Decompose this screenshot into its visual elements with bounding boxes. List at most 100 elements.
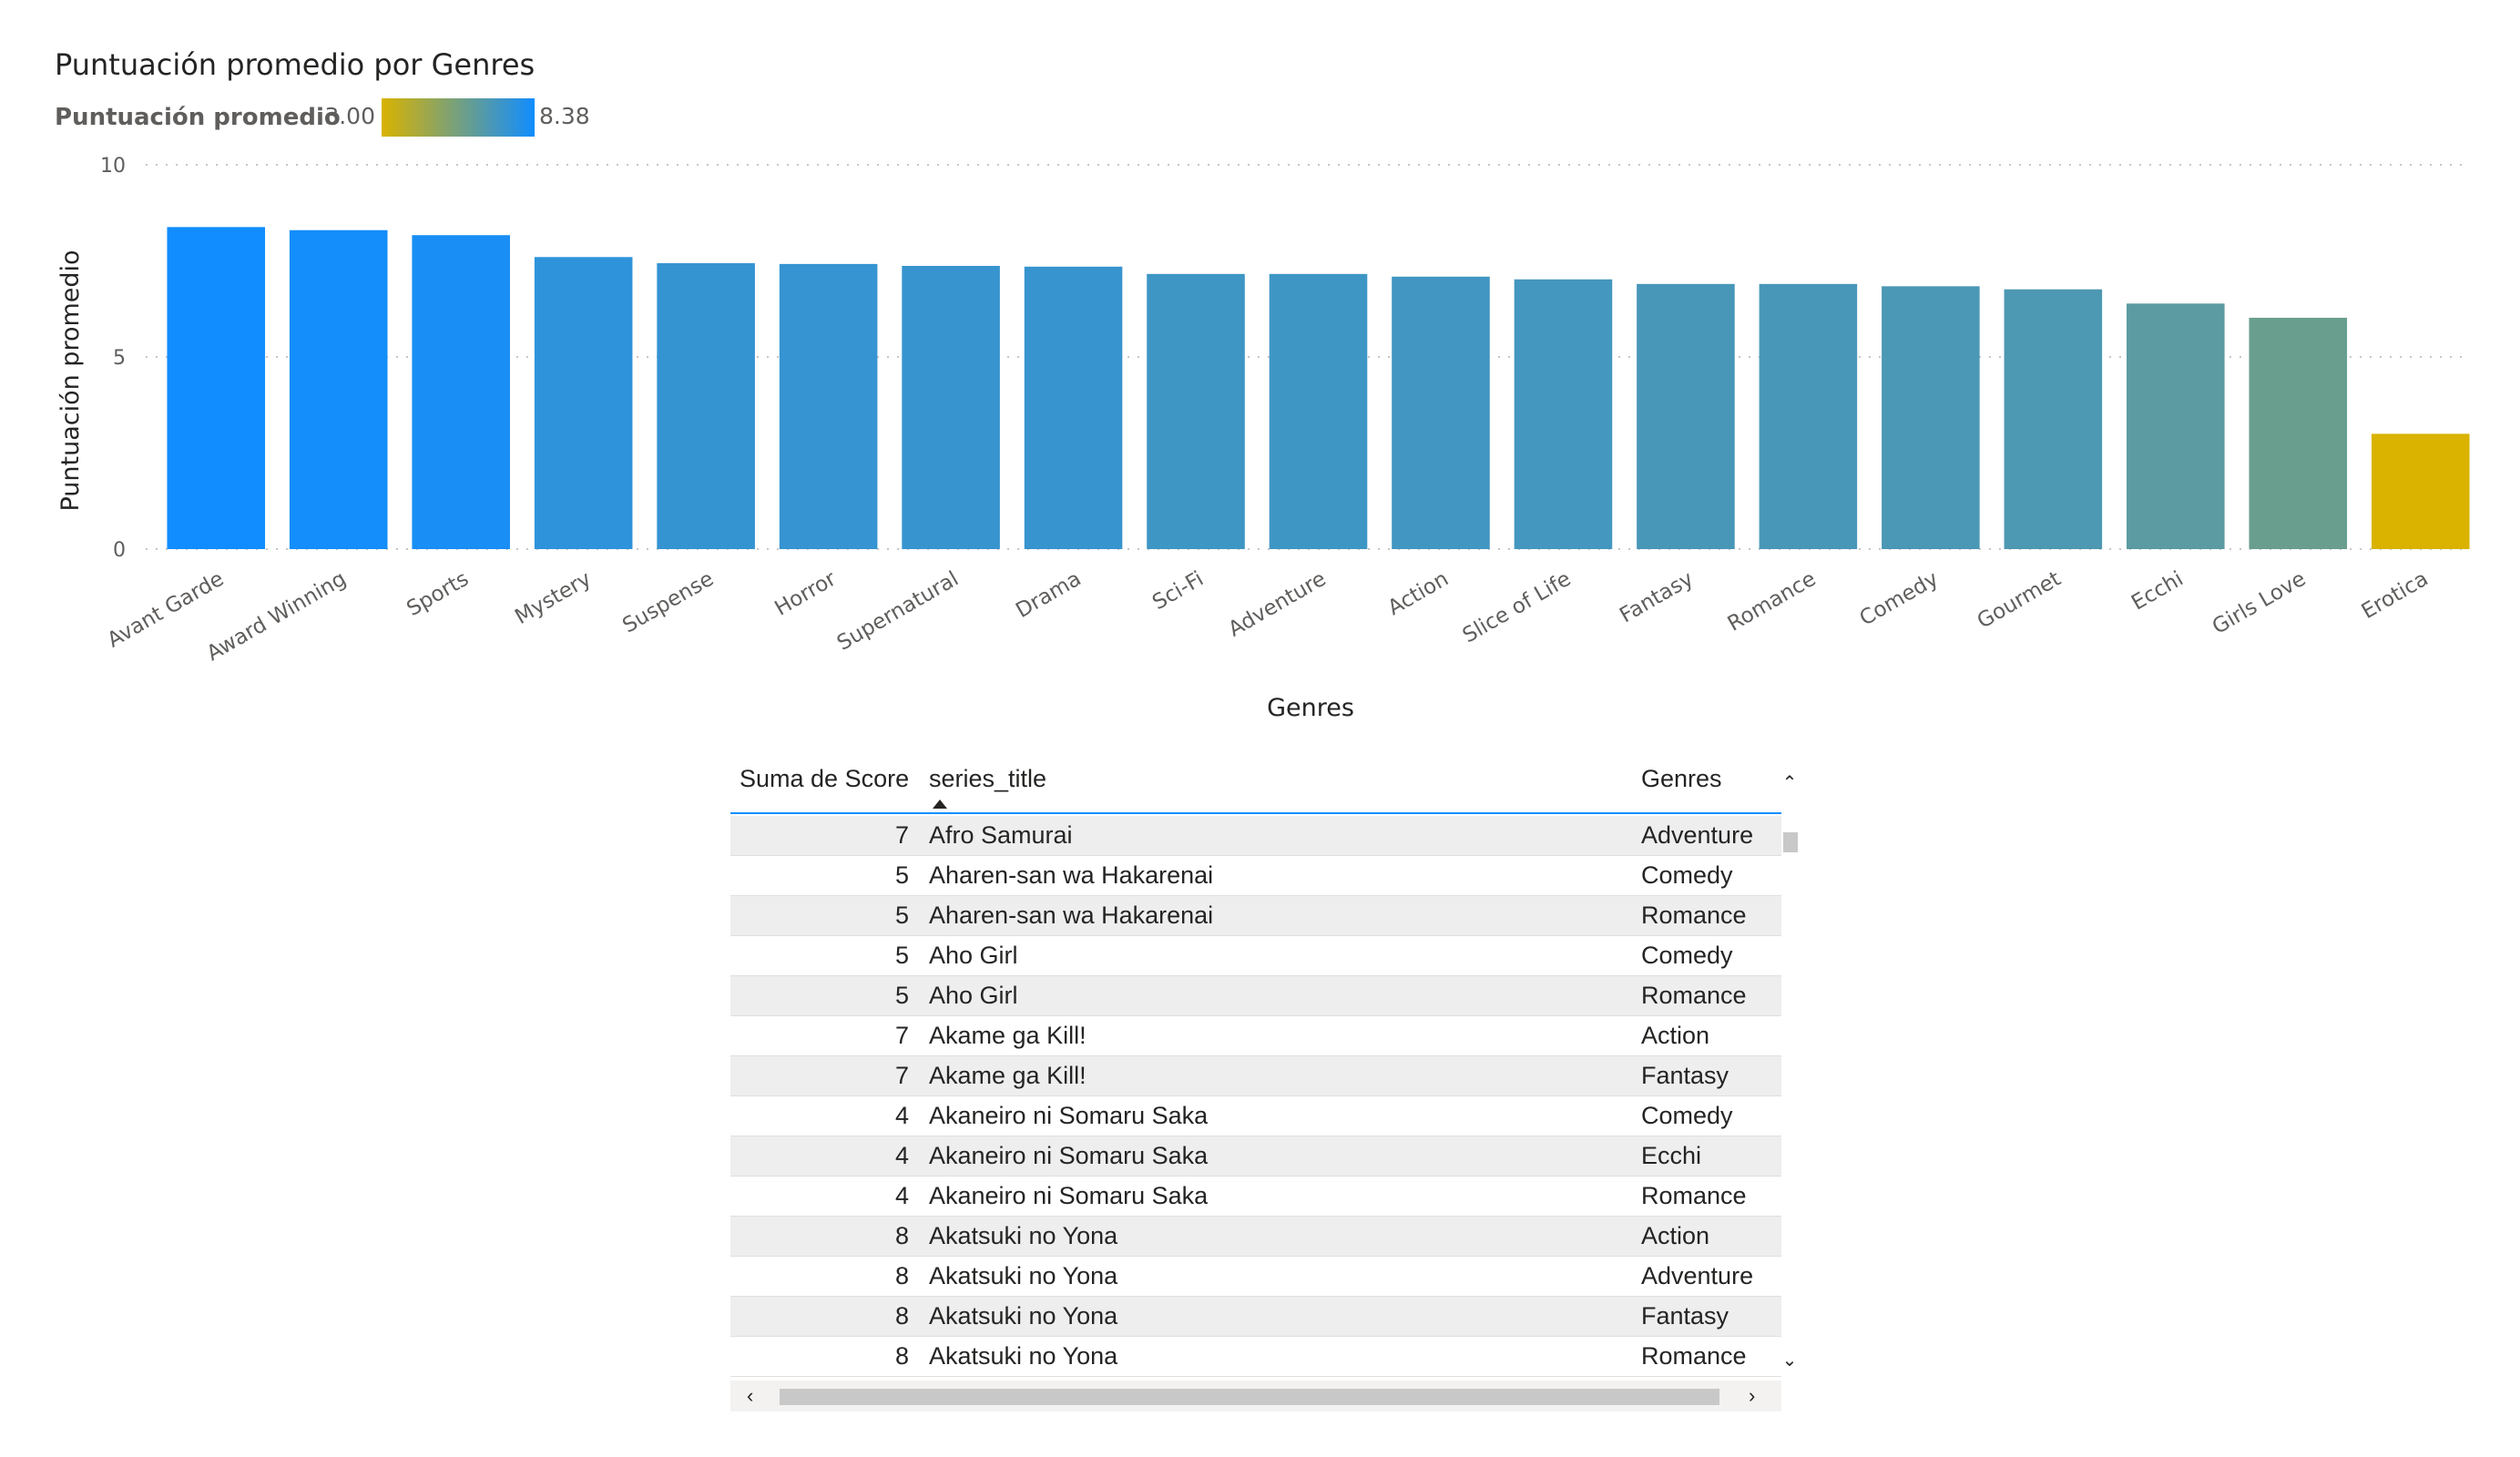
column-header-series-title[interactable]: series_title	[929, 765, 1046, 793]
bar[interactable]	[534, 257, 633, 549]
table-row[interactable]: 8 Akatsuki no Yona Fantasy	[730, 1297, 1781, 1337]
cell-series-title: Aho Girl	[929, 942, 1018, 969]
data-table: Suma de Score series_title Genres 7 Afro …	[730, 758, 1798, 1413]
x-tick-label: Gourmet	[1974, 567, 2066, 634]
cell-genre: Comedy	[1641, 942, 1733, 969]
cell-genre: Adventure	[1641, 821, 1754, 849]
bar-chart: Puntuación promedio por Genres Puntuació…	[55, 47, 2470, 722]
cell-series-title: Aharen-san wa Hakarenai	[929, 861, 1214, 889]
y-axis-title: Puntuación promedio	[56, 250, 85, 511]
cell-score: 7	[894, 1022, 909, 1049]
x-tick-label: Adventure	[1224, 567, 1330, 642]
horizontal-scroll-thumb[interactable]	[780, 1389, 1719, 1405]
horizontal-scrollbar[interactable]: ‹ ›	[730, 1381, 1781, 1411]
legend-max-label: 8.38	[539, 103, 590, 129]
bar[interactable]	[779, 263, 878, 549]
column-header-score[interactable]: Suma de Score	[740, 765, 909, 793]
cell-score: 4	[894, 1102, 909, 1129]
table-row[interactable]: 7 Akame ga Kill! Action	[730, 1016, 1781, 1056]
bar[interactable]	[1392, 276, 1490, 549]
table-row[interactable]: 5 Aharen-san wa Hakarenai Romance	[730, 896, 1781, 936]
table-row[interactable]: 8 Akatsuki no Yona Adventure	[730, 1257, 1781, 1297]
cell-score: 5	[894, 942, 909, 969]
chevron-down-icon[interactable]: ⌄	[1781, 1351, 1798, 1370]
bar[interactable]	[2371, 433, 2470, 549]
y-tick-label: 0	[113, 539, 126, 562]
table-row[interactable]: 7 Akame ga Kill! Fantasy	[730, 1056, 1781, 1096]
table-row[interactable]: 4 Akaneiro ni Somaru Saka Ecchi	[730, 1136, 1781, 1177]
cell-score: 5	[894, 861, 909, 889]
cell-series-title: Akaneiro ni Somaru Saka	[929, 1142, 1209, 1169]
bar[interactable]	[412, 235, 510, 549]
x-tick-label: Sci-Fi	[1148, 567, 1208, 615]
table-row[interactable]: 4 Akaneiro ni Somaru Saka Comedy	[730, 1096, 1781, 1136]
chevron-right-icon[interactable]: ›	[1749, 1384, 1755, 1408]
cell-score: 5	[894, 982, 909, 1009]
x-tick-label: Mystery	[511, 567, 595, 629]
legend-title: Puntuación promedio	[55, 104, 341, 131]
chevron-up-icon[interactable]: ⌃	[1781, 774, 1798, 792]
y-tick-label: 10	[100, 155, 126, 178]
y-tick-label: 5	[113, 347, 126, 370]
x-axis-title: Genres	[1267, 694, 1354, 722]
bar[interactable]	[1024, 266, 1123, 549]
cell-series-title: Akatsuki no Yona	[929, 1222, 1118, 1249]
legend-gradient-swatch	[382, 98, 535, 137]
bar[interactable]	[289, 229, 388, 550]
cell-genre: Ecchi	[1641, 1142, 1702, 1169]
table-body: 7 Afro Samurai Adventure 5 Aharen-san wa Hak…	[730, 816, 1781, 1377]
cell-score: 8	[894, 1342, 909, 1370]
cell-genre: Romance	[1641, 902, 1747, 929]
cell-series-title: Akatsuki no Yona	[929, 1302, 1118, 1330]
x-tick-label: Slice of Life	[1459, 567, 1576, 648]
bar[interactable]	[657, 263, 755, 549]
x-tick-label: Drama	[1012, 567, 1085, 623]
bar[interactable]	[1269, 273, 1368, 549]
cell-score: 4	[894, 1142, 909, 1169]
bar[interactable]	[1882, 286, 1980, 549]
x-tick-label: Horror	[770, 566, 841, 620]
table-header: Suma de Score series_title Genres	[730, 758, 1781, 814]
cell-series-title: Aharen-san wa Hakarenai	[929, 902, 1214, 929]
x-tick-label: Romance	[1724, 567, 1821, 637]
cell-genre: Romance	[1641, 1182, 1747, 1209]
table-row[interactable]: 5 Aho Girl Romance	[730, 976, 1781, 1016]
bar[interactable]	[2249, 317, 2348, 549]
vertical-scroll-thumb[interactable]	[1783, 832, 1798, 852]
bar[interactable]	[1147, 273, 1245, 549]
cell-score: 7	[894, 821, 909, 849]
bar[interactable]	[1637, 283, 1735, 549]
bar[interactable]	[902, 265, 1000, 549]
table-row[interactable]: 4 Akaneiro ni Somaru Saka Romance	[730, 1177, 1781, 1217]
bar[interactable]	[167, 227, 266, 549]
cell-score: 7	[894, 1062, 909, 1089]
table-row[interactable]: 8 Akatsuki no Yona Action	[730, 1217, 1781, 1257]
x-tick-label: Suspense	[618, 567, 718, 638]
cell-series-title: Afro Samurai	[929, 821, 1073, 849]
x-tick-label: Fantasy	[1616, 567, 1698, 628]
legend-min-label: 3.00	[324, 103, 375, 129]
bar[interactable]	[1759, 283, 1858, 549]
cell-series-title: Akame ga Kill!	[929, 1022, 1087, 1049]
x-tick-label: Avant Garde	[104, 567, 229, 653]
table-row[interactable]: 5 Aharen-san wa Hakarenai Comedy	[730, 856, 1781, 896]
cell-genre: Comedy	[1641, 1102, 1733, 1129]
table-row[interactable]: 7 Afro Samurai Adventure	[730, 816, 1781, 856]
vertical-scrollbar[interactable]: ⌃ ⌄	[1781, 758, 1798, 1379]
bar[interactable]	[2127, 303, 2225, 549]
column-header-genres[interactable]: Genres	[1641, 765, 1722, 793]
chart-title: Puntuación promedio por Genres	[55, 47, 535, 82]
cell-genre: Fantasy	[1641, 1302, 1729, 1330]
bar[interactable]	[2004, 289, 2103, 549]
table-row[interactable]: 8 Akatsuki no Yona Romance	[730, 1337, 1781, 1377]
cell-genre: Action	[1641, 1222, 1710, 1249]
x-tick-label: Award Winning	[203, 567, 351, 667]
cell-score: 8	[894, 1302, 909, 1330]
x-tick-label: Comedy	[1856, 567, 1943, 631]
cell-series-title: Akatsuki no Yona	[929, 1342, 1118, 1370]
chevron-left-icon[interactable]: ‹	[747, 1384, 753, 1408]
cell-series-title: Akame ga Kill!	[929, 1062, 1087, 1089]
cell-score: 8	[894, 1262, 909, 1289]
table-row[interactable]: 5 Aho Girl Comedy	[730, 936, 1781, 976]
bar[interactable]	[1514, 279, 1613, 549]
